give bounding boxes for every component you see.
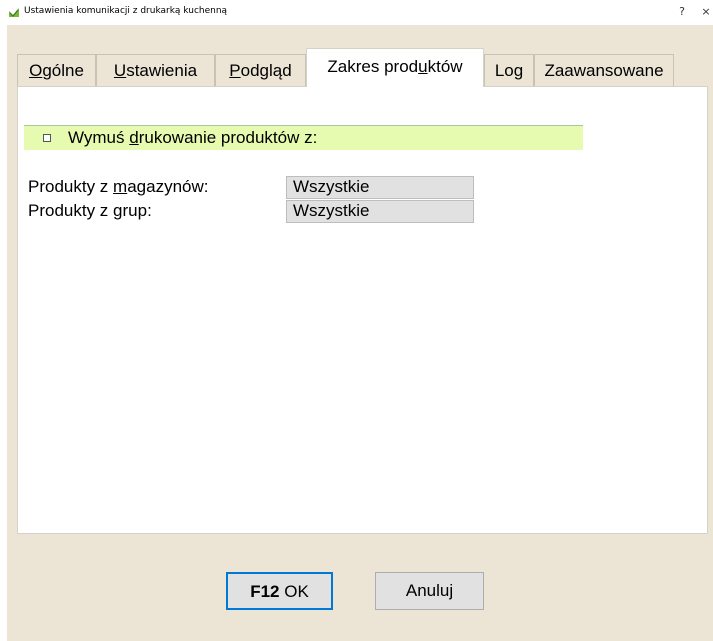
tab-log[interactable]: Log [484, 54, 534, 86]
app-icon [9, 8, 19, 17]
force-print-label: Wymuś drukowanie produktów z: [68, 128, 317, 148]
ok-button-label: OK [279, 582, 309, 601]
help-button[interactable]: ? [675, 5, 689, 18]
groups-mnemonic: g [113, 201, 123, 220]
force-print-label-start: Wymuś [68, 128, 130, 147]
groups-select[interactable]: Wszystkie [286, 200, 474, 223]
ok-shortcut-key: F12 [250, 582, 280, 601]
cancel-button[interactable]: Anuluj [375, 572, 484, 610]
tab-preview-label: odgląd [240, 61, 292, 80]
tab-advanced[interactable]: Zaawansowane [534, 54, 674, 86]
warehouses-label-end: agazynów: [127, 177, 209, 196]
force-print-checkbox[interactable] [43, 134, 51, 142]
tab-product-range[interactable]: Zakres produktów [306, 48, 484, 87]
close-button[interactable]: × [699, 5, 713, 18]
tab-settings-mnemonic: U [113, 61, 127, 80]
tab-general-label: gólne [42, 61, 84, 80]
warehouses-mnemonic: m [113, 177, 128, 196]
warehouses-select[interactable]: Wszystkie [286, 176, 474, 199]
tab-product-range-label-start: Zakres prod [327, 57, 419, 76]
ok-button[interactable]: F12 OK [226, 572, 333, 610]
tab-preview[interactable]: Podgląd [215, 54, 306, 86]
warehouses-label-start: Produkty z [28, 177, 114, 196]
title-bar: Ustawienia komunikacji z drukarką kuchen… [0, 0, 713, 25]
tab-advanced-label: Zaawansowane [544, 61, 664, 80]
tab-settings[interactable]: Ustawienia [96, 54, 215, 86]
groups-label-end: rup: [122, 201, 152, 220]
tab-general-mnemonic: O [29, 61, 43, 80]
tab-general[interactable]: Ogólne [17, 54, 96, 86]
window-title: Ustawienia komunikacji z drukarką kuchen… [24, 6, 228, 16]
groups-label: Produkty z grup: [28, 201, 152, 221]
force-print-mnemonic: d [129, 128, 139, 147]
tab-preview-mnemonic: P [229, 61, 241, 80]
tab-settings-label: stawienia [126, 61, 198, 80]
force-print-label-end: rukowanie produktów z: [138, 128, 318, 147]
warehouses-label: Produkty z magazynów: [28, 177, 209, 197]
force-print-row[interactable]: Wymuś drukowanie produktów z: [24, 125, 583, 150]
tab-log-label: Log [494, 61, 524, 80]
groups-label-start: Produkty z [28, 201, 114, 220]
tab-product-range-label-end: któw [427, 57, 463, 76]
tab-panel-product-range [17, 86, 708, 534]
tab-product-range-mnemonic: u [418, 57, 428, 76]
